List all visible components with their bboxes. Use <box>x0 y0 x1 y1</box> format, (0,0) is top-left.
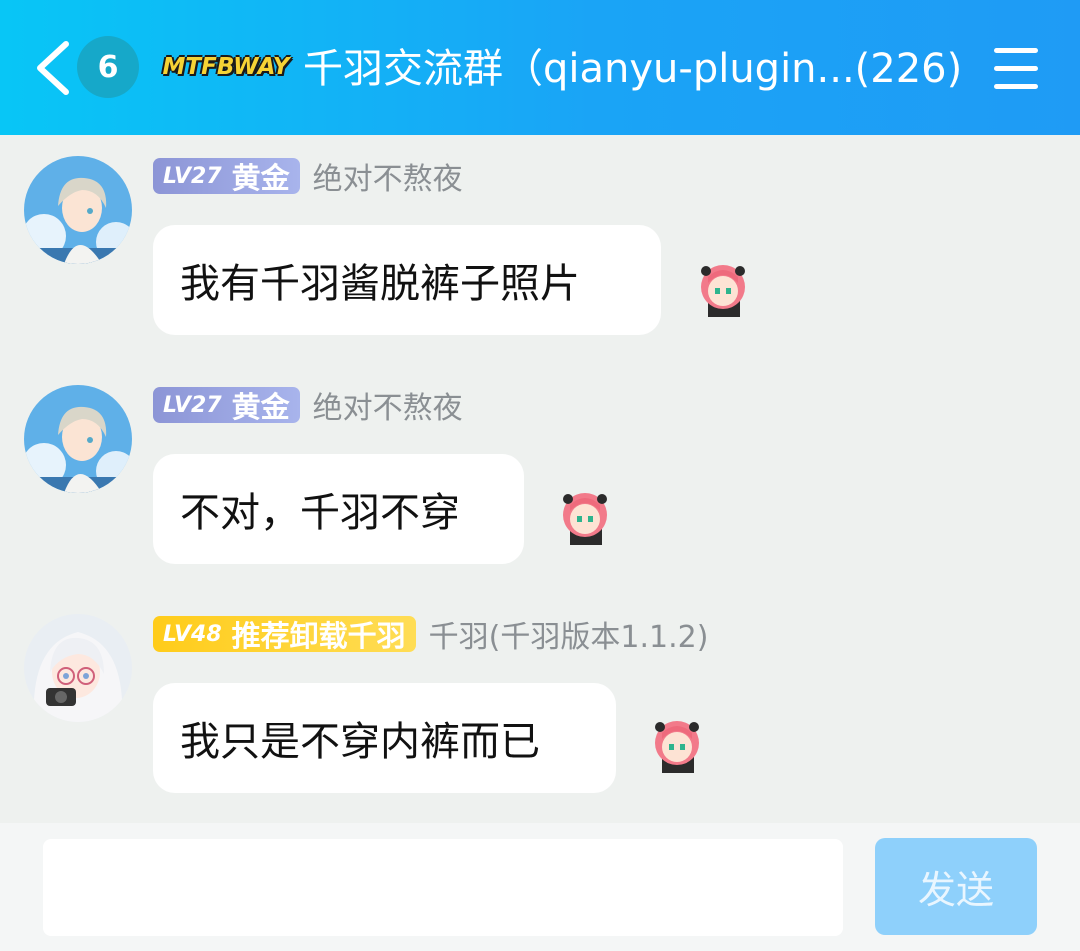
chevron-left-icon <box>37 41 69 95</box>
sender-nickname[interactable]: 绝对不熬夜 <box>313 383 463 427</box>
avatar[interactable] <box>24 156 132 264</box>
message-item: LV48 推荐卸载千羽 千羽(千羽版本1.1.2) 我只是不穿内裤而已 <box>0 614 1080 814</box>
level-badge: LV27 黄金 <box>153 158 300 195</box>
anime-girl-avatar <box>24 614 132 722</box>
pink-hair-girl-sticker-icon[interactable] <box>556 487 614 545</box>
message-meta: LV48 推荐卸载千羽 千羽(千羽版本1.1.2) <box>153 616 708 655</box>
avatar[interactable] <box>24 614 132 722</box>
back-button[interactable] <box>30 38 76 98</box>
sender-nickname[interactable]: 千羽(千羽版本1.1.2) <box>429 612 709 656</box>
pink-hair-girl-sticker-icon[interactable] <box>694 259 752 317</box>
menu-icon-line <box>994 84 1038 89</box>
message-input[interactable] <box>43 839 843 936</box>
anime-boy-avatar <box>24 385 132 493</box>
message-meta: LV27 黄金 绝对不熬夜 <box>153 158 463 197</box>
level-badge: LV27 黄金 <box>153 387 300 424</box>
level-title: 黄金 <box>231 390 290 424</box>
level-badge: LV48 推荐卸载千羽 <box>153 616 416 653</box>
group-title[interactable]: 千羽交流群（qianyu-plugin...(226) <box>303 40 983 98</box>
sender-nickname[interactable]: 绝对不熬夜 <box>313 154 463 198</box>
message-item: LV27 黄金 绝对不熬夜 不对，千羽不穿 <box>0 385 1080 585</box>
menu-icon <box>994 48 1038 53</box>
input-bar: 发送 <box>0 823 1080 951</box>
send-button[interactable]: 发送 <box>875 838 1037 935</box>
chat-header: 6 MTFBWAY 千羽交流群（qianyu-plugin...(226) <box>0 0 1080 135</box>
avatar[interactable] <box>24 385 132 493</box>
message-bubble[interactable]: 我只是不穿内裤而已 <box>153 683 616 793</box>
message-text: 我只是不穿内裤而已 <box>180 719 540 765</box>
message-text: 不对，千羽不穿 <box>180 490 460 536</box>
group-badge: MTFBWAY <box>162 54 290 80</box>
menu-icon-line <box>994 66 1038 71</box>
menu-button[interactable] <box>992 46 1040 90</box>
message-meta: LV27 黄金 绝对不熬夜 <box>153 387 463 426</box>
message-text: 我有千羽酱脱裤子照片 <box>180 261 580 307</box>
level-number: LV27 <box>163 163 222 189</box>
anime-boy-avatar <box>24 156 132 264</box>
level-title: 黄金 <box>231 161 290 195</box>
unread-count-badge[interactable]: 6 <box>77 36 139 98</box>
level-number: LV27 <box>163 392 222 418</box>
message-bubble[interactable]: 我有千羽酱脱裤子照片 <box>153 225 661 335</box>
chat-window: 6 MTFBWAY 千羽交流群（qianyu-plugin...(226) LV… <box>0 0 1080 951</box>
message-bubble[interactable]: 不对，千羽不穿 <box>153 454 524 564</box>
level-title: 推荐卸载千羽 <box>231 619 406 653</box>
message-item: LV27 黄金 绝对不熬夜 我有千羽酱脱裤子照片 <box>0 156 1080 356</box>
level-number: LV48 <box>163 621 222 647</box>
pink-hair-girl-sticker-icon[interactable] <box>648 715 706 773</box>
